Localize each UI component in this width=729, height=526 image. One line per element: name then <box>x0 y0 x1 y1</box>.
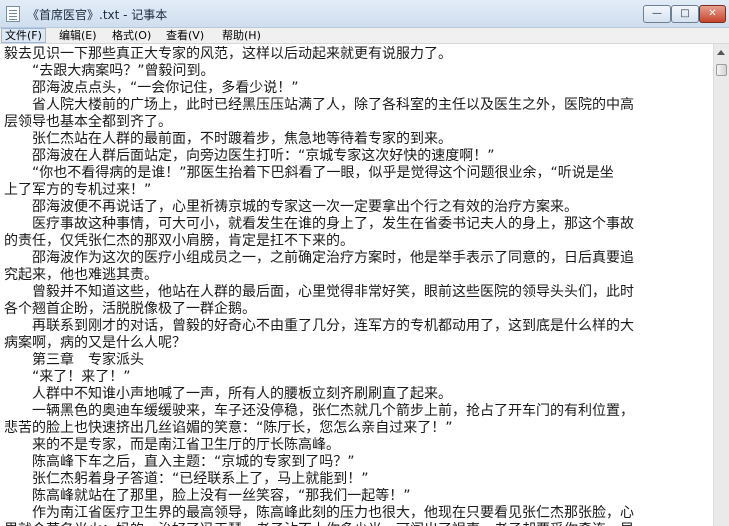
menu-view[interactable]: 查看(V) <box>163 28 207 43</box>
text-line: “你也不看得病的是谁！”那医生抬着下巴斜看了一眼，似乎是觉得这个问题很业余，“听… <box>4 165 614 181</box>
menu-help[interactable]: 帮助(H) <box>219 28 264 43</box>
text-line: 悲苦的脸上也快速挤出几丝谄媚的笑意：“陈厅长，您怎么亲自过来了！” <box>4 420 453 436</box>
text-line: 张仁杰站在人群的最前面，不时踱着步，焦急地等待着专家的到来。 <box>4 131 452 147</box>
text-line: 一辆黑色的奥迪车缓缓驶来，车子还没停稳，张仁杰就几个箭步上前，抢占了开车门的有利… <box>4 403 634 419</box>
text-line: 来的不是专家，而是南江省卫生厅的厅长陈高峰。 <box>4 437 340 453</box>
menu-file[interactable]: 文件(F) <box>1 28 46 43</box>
text-line: 的责任，仅凭张仁杰的那双小肩膀，肯定是扛不下来的。 <box>4 233 354 249</box>
menu-edit[interactable]: 编辑(E) <box>56 28 100 43</box>
text-line: 邵海波在人群后面站定，向旁边医生打听：“京城专家这次好快的速度啊！” <box>4 148 495 164</box>
text-line: 第三章 专家派头 <box>4 352 144 368</box>
text-line: 病案啊，病的又是什么人呢？ <box>4 335 186 351</box>
title-bar[interactable]: 《首席医官》.txt - 记事本 — □ ✕ <box>0 0 729 28</box>
text-line: 里就会莫名光火：妈的，治好了冯玉琴，老子沾不上你多少光，可闯出了祸事，老子却要受… <box>4 522 710 526</box>
text-line: 邵海波便不再说话了，心里祈祷京城的专家这一次一定要拿出个行之有效的治疗方案来。 <box>4 199 578 215</box>
menu-bar: 文件(F) 编辑(E) 格式(O) 查看(V) 帮助(H) <box>0 28 729 44</box>
text-line: 张仁杰躬着身子答道：“已经联系上了，马上就能到！” <box>4 471 369 487</box>
text-line: 省人院大楼前的广场上，此时已经黑压压站满了人，除了各科室的主任以及医生之外，医院… <box>4 97 634 113</box>
notepad-app-icon[interactable] <box>6 6 20 22</box>
text-line: “来了！来了！” <box>4 369 131 385</box>
vertical-scrollbar[interactable] <box>713 44 729 526</box>
text-line: 作为南江省医疗卫生界的最高领导，陈高峰此刻的压力也很大，他现在只要看见张仁杰那张… <box>4 505 634 521</box>
minimize-icon: — <box>652 8 662 19</box>
text-line: 邵海波作为这次的医疗小组成员之一，之前确定治疗方案时，他是举手表示了同意的，日后… <box>4 250 634 266</box>
text-line: 毅去见识一下那些真正大专家的风范，这样以后动起来就更有说服力了。 <box>4 46 452 62</box>
text-line: 医疗事故这种事情，可大可小，就看发生在谁的身上了，发生在省委书记夫人的身上，那这… <box>4 216 634 232</box>
scroll-up-arrow-icon[interactable] <box>717 50 725 55</box>
text-line: 上了军方的专机过来！” <box>4 182 152 198</box>
text-line: 层领导也基本全都到齐了。 <box>4 114 172 130</box>
text-editor-area[interactable]: 毅去见识一下那些真正大专家的风范，这样以后动起来就更有说服力了。 “去跟大病案吗… <box>0 44 713 526</box>
text-line: 曾毅并不知道这些，他站在人群的最后面，心里觉得非常好笑，眼前这些医院的领导头头们… <box>4 284 634 300</box>
minimize-button[interactable]: — <box>643 5 671 23</box>
scrollbar-thumb[interactable] <box>716 64 727 76</box>
maximize-button[interactable]: □ <box>671 5 699 23</box>
text-line: 陈高峰就站在了那里，脸上没有一丝笑容，“那我们一起等！” <box>4 488 411 504</box>
maximize-icon: □ <box>680 8 690 19</box>
menu-format[interactable]: 格式(O) <box>109 28 154 43</box>
text-line: 邵海波点点头，“一会你记住，多看少说！” <box>4 80 299 96</box>
text-line: 究起来，他也难逃其责。 <box>4 267 158 283</box>
close-icon: ✕ <box>708 8 717 19</box>
notepad-window: 《首席医官》.txt - 记事本 — □ ✕ 文件(F) 编辑(E) 格式(O)… <box>0 0 729 526</box>
window-title: 《首席医官》.txt - 记事本 <box>27 8 168 22</box>
text-line: 再联系到刚才的对话，曾毅的好奇心不由重了几分，连军方的专机都动用了，这到底是什么… <box>4 318 634 334</box>
close-button[interactable]: ✕ <box>699 5 726 23</box>
text-line: “去跟大病案吗？”曾毅问到。 <box>4 63 215 79</box>
text-line: 陈高峰下车之后，直入主题：“京城的专家到了吗？” <box>4 454 355 470</box>
text-line: 人群中不知谁小声地喊了一声，所有人的腰板立刻齐刷刷直了起来。 <box>4 386 452 402</box>
text-line: 各个翘首企盼，活脱脱像极了一群企鹅。 <box>4 301 256 317</box>
